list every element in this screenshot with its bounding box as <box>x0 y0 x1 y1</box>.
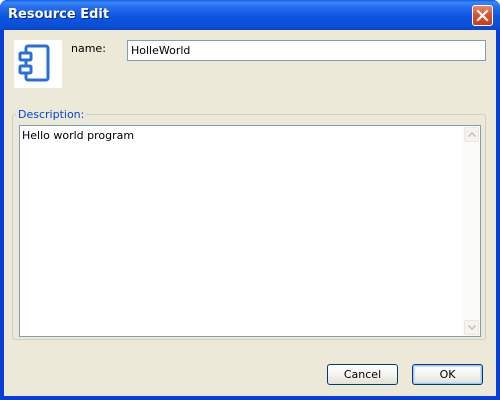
scroll-up-button[interactable] <box>464 127 479 142</box>
chevron-up-icon <box>468 132 476 137</box>
ok-button[interactable]: OK <box>412 364 483 385</box>
component-icon <box>18 44 50 82</box>
chevron-down-icon <box>468 325 476 330</box>
description-text: Hello world program <box>22 129 135 142</box>
scroll-track[interactable] <box>463 143 480 319</box>
description-textarea[interactable]: Hello world program <box>19 125 481 337</box>
close-button[interactable] <box>472 5 493 26</box>
name-label: name: <box>71 42 106 55</box>
resource-icon-box <box>14 40 62 88</box>
vertical-scrollbar[interactable] <box>463 126 480 336</box>
scroll-down-button[interactable] <box>464 320 479 335</box>
window-title: Resource Edit <box>8 7 110 22</box>
description-legend: Description: <box>16 108 87 121</box>
close-icon <box>476 9 489 22</box>
title-bar[interactable]: Resource Edit <box>0 0 500 30</box>
resource-edit-dialog: Resource Edit name: Description: Hello w… <box>0 0 500 400</box>
dialog-body: name: Description: Hello world program <box>4 30 496 396</box>
name-input[interactable] <box>127 40 486 61</box>
cancel-button[interactable]: Cancel <box>327 364 398 385</box>
